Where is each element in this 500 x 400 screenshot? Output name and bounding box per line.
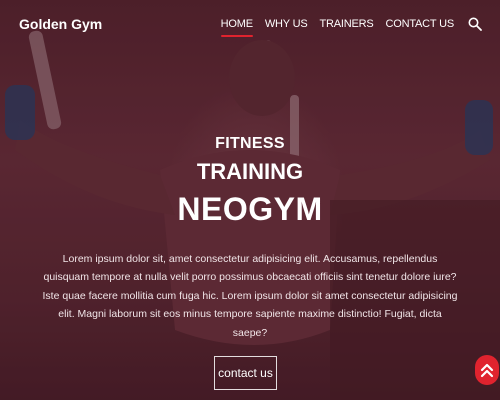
hero-description: Lorem ipsum dolor sit, amet consectetur … [42, 253, 458, 339]
contact-us-button[interactable]: contact us [214, 356, 277, 390]
hero-line-training: TRAINING [196, 159, 304, 184]
hero-title: NEOGYM [177, 191, 323, 227]
nav-menu: HOME WHY US TRAINERS CONTACT US [209, 17, 482, 37]
hero-line-fitness: FITNESS [215, 135, 285, 152]
double-chevron-up-icon [480, 363, 494, 378]
top-navbar: Golden Gym HOME WHY US TRAINERS CONTACT … [0, 0, 500, 48]
search-icon[interactable] [468, 17, 482, 31]
nav-item-contact-us[interactable]: CONTACT US [386, 18, 455, 30]
hero-section: Golden Gym HOME WHY US TRAINERS CONTACT … [0, 0, 500, 400]
nav-item-home[interactable]: HOME [220, 18, 254, 37]
scroll-to-top-button[interactable] [475, 355, 499, 385]
nav-item-why-us[interactable]: WHY US [265, 18, 308, 30]
hero-content: FITNESS TRAINING NEOGYM Lorem ipsum dolo… [0, 135, 500, 342]
brand-logo[interactable]: Golden Gym [19, 16, 102, 32]
nav-item-trainers[interactable]: TRAINERS [319, 18, 373, 30]
